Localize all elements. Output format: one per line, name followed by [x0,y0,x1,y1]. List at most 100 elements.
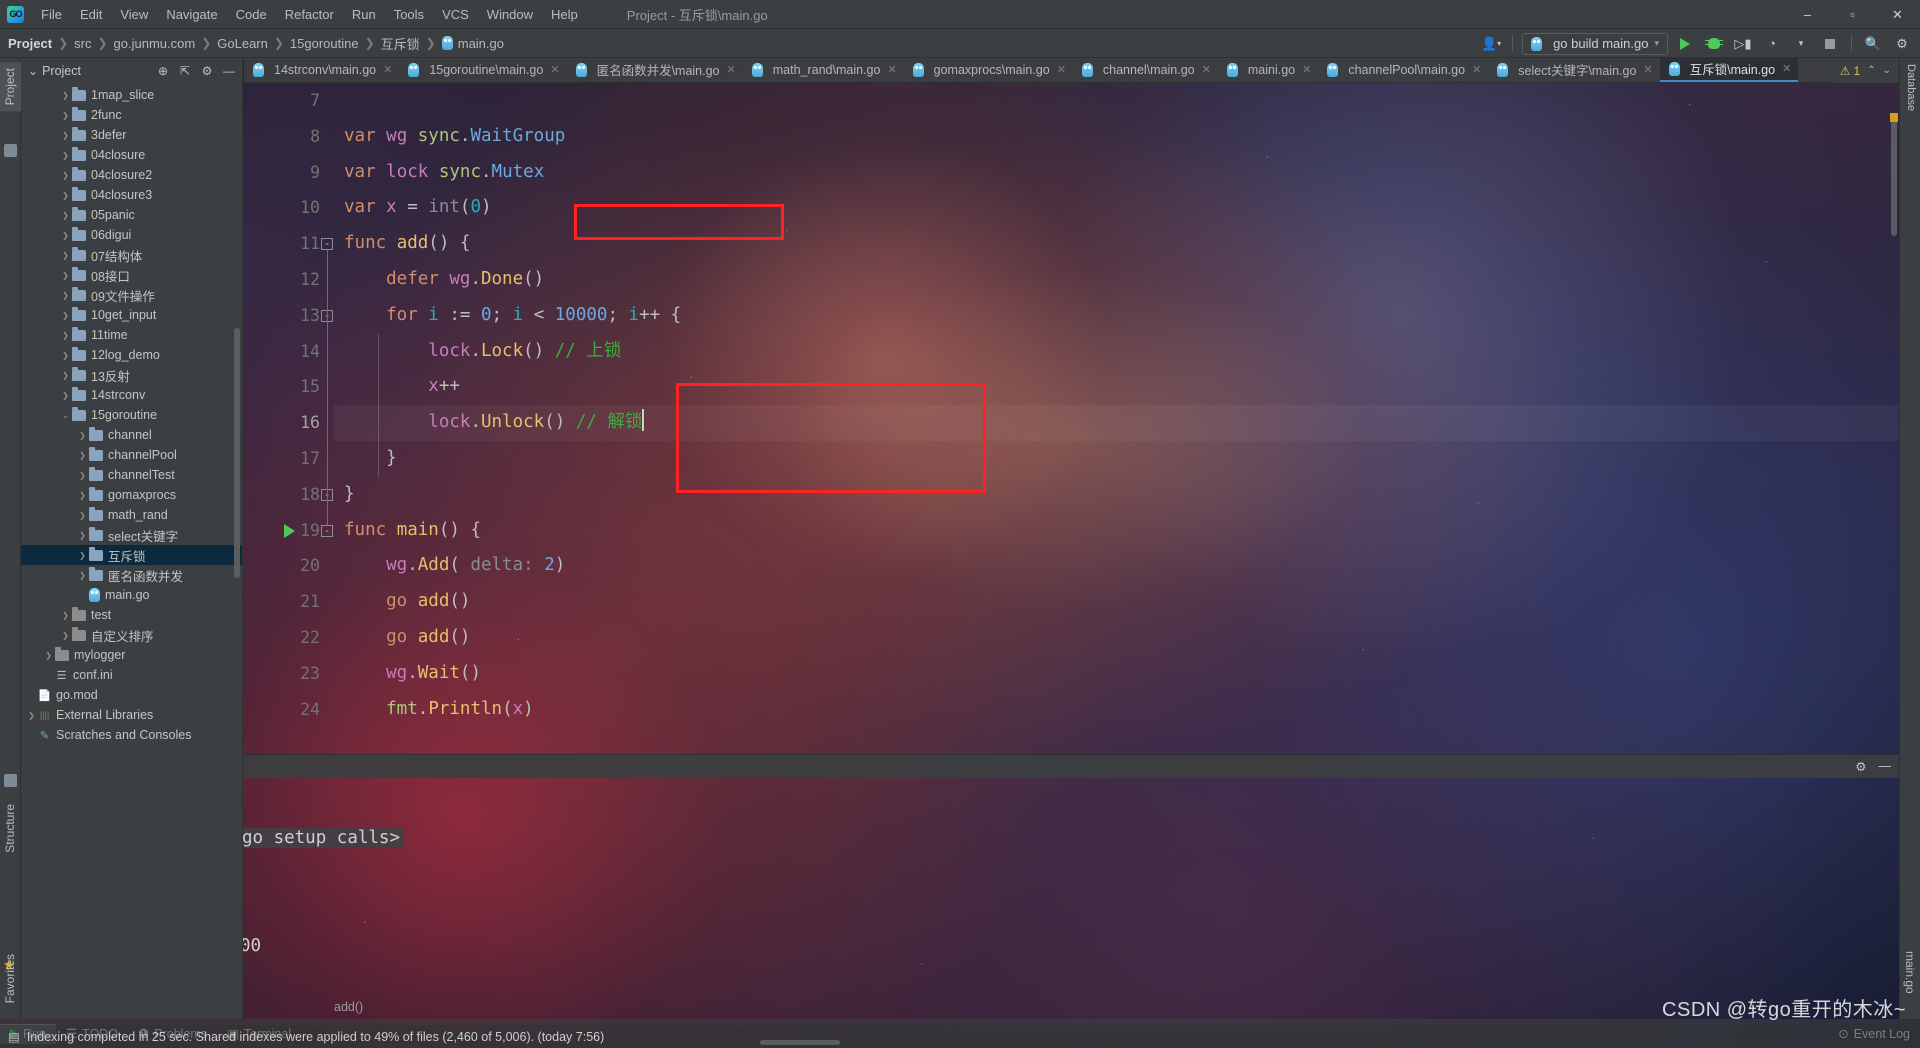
chevron-right-icon[interactable]: ❯ [59,251,72,260]
tree-node[interactable]: ✎ Scratches and Consoles [21,725,242,745]
chevron-right-icon[interactable]: ❯ [59,171,72,180]
person-icon[interactable]: 👤 ▾ [1479,33,1503,55]
tree-node[interactable]: ❯ test [21,605,242,625]
chevron-right-icon[interactable]: ❯ [59,351,72,360]
tree-node[interactable]: ⌄ 15goroutine [21,405,242,425]
code-line[interactable]: lock.Unlock() // 解锁 [334,405,1899,441]
chevron-right-icon[interactable]: ❯ [76,551,89,560]
project-tree[interactable]: ❯ 1map_slice ❯ 2func ❯ 3defer ❯ 04closure ❯ 04clo… [21,83,242,1019]
tree-node[interactable]: 📄 go.mod [21,685,242,705]
chevron-right-icon[interactable]: ❯ [76,571,89,580]
tree-node[interactable]: ❯ 匿名函数并发 [21,565,242,585]
profile-icon[interactable]: ◔ [1760,33,1784,55]
tree-node[interactable]: ❯ math_rand [21,505,242,525]
close-icon[interactable]: ✕ [550,63,559,76]
chevron-right-icon[interactable]: ❯ [59,631,72,640]
breadcrumb-mutex[interactable]: 互斥锁 [381,34,420,53]
tree-node[interactable]: ❯ 3defer [21,125,242,145]
run-console[interactable]: +<4 go setup calls> 20000 Process finish… [81,778,1899,1019]
sidebar-tab-project[interactable]: Project [0,62,21,112]
chevron-down-icon[interactable]: ⌄ [59,410,72,421]
close-button[interactable]: ✕ [1875,0,1920,29]
chevron-right-icon[interactable]: ❯ [42,651,55,660]
close-icon[interactable]: ✕ [1057,63,1066,76]
menu-refactor[interactable]: Refactor [276,3,343,26]
editor-tab[interactable]: channelPool\main.go ✕ [1318,58,1488,82]
editor-tab[interactable]: gomaxprocs\main.go ✕ [904,58,1073,82]
collapse-all-icon[interactable]: ⇱ [176,62,194,80]
editor-tab[interactable]: math_rand\main.go ✕ [743,58,904,82]
chevron-right-icon[interactable]: ❯ [76,491,89,500]
chevron-right-icon[interactable]: ❯ [59,231,72,240]
menu-file[interactable]: File [32,3,71,26]
close-icon[interactable]: ✕ [1202,63,1211,76]
tree-node[interactable]: ❯ 10get_input [21,305,242,325]
code-line[interactable]: } [334,441,1899,477]
maximize-button[interactable]: ▫ [1830,0,1875,29]
tree-node[interactable]: ❯ 14strconv [21,385,242,405]
close-icon[interactable]: ✕ [383,63,392,76]
breadcrumb-src[interactable]: src [74,36,91,51]
error-stripe-marker[interactable] [1890,113,1898,122]
chevron-right-icon[interactable]: ❯ [59,371,72,380]
run-gutter-icon[interactable] [284,523,295,538]
tree-node[interactable]: ❯ channelTest [21,465,242,485]
code-line[interactable]: } [334,477,1899,513]
close-icon[interactable]: ✕ [1302,63,1311,76]
search-icon[interactable]: 🔍 [1861,33,1885,55]
stop-icon[interactable] [1818,33,1842,55]
close-icon[interactable]: ✕ [1472,63,1481,76]
gear-icon[interactable]: ⚙ [1890,33,1914,55]
gear-icon[interactable]: ⚙ [198,62,216,80]
chevron-right-icon[interactable]: ❯ [59,331,72,340]
code-fold-toggle[interactable]: - [321,238,333,251]
menu-window[interactable]: Window [478,3,542,26]
editor-tab[interactable]: maini.go ✕ [1218,58,1318,82]
menu-tools[interactable]: Tools [385,3,433,26]
settings-view-icon[interactable]: ⊕ [154,62,172,80]
tree-node[interactable]: ❯ 04closure2 [21,165,242,185]
chevron-right-icon[interactable]: ❯ [59,391,72,400]
code-line[interactable]: func add() { [334,226,1899,262]
code-line[interactable]: wg.Add( delta: 2) [334,548,1899,584]
close-icon[interactable]: ✕ [1782,62,1791,75]
code-line[interactable]: defer wg.Done() [334,262,1899,298]
chevron-right-icon[interactable]: ❯ [59,271,72,280]
run-configuration-selector[interactable]: go build main.go ▾ [1522,32,1668,55]
tree-node[interactable]: ❯ 07结构体 [21,245,242,265]
sidebar-tab-structure[interactable]: Structure [0,798,21,859]
tree-node[interactable]: ❯ 09文件操作 [21,285,242,305]
tree-node[interactable]: ❯ select关键字 [21,525,242,545]
code-line[interactable] [334,83,1899,119]
tree-node[interactable]: ❯ 11time [21,325,242,345]
tree-node[interactable]: ❯ |||| External Libraries [21,705,242,725]
code-line[interactable]: wg.Wait() [334,656,1899,692]
menu-navigate[interactable]: Navigate [157,3,226,26]
chevron-right-icon[interactable]: ❯ [59,311,72,320]
chevron-right-icon[interactable]: ❯ [76,471,89,480]
hide-icon[interactable]: — [1879,759,1892,773]
next-problem-icon[interactable]: ⌄ [1883,65,1891,76]
menu-help[interactable]: Help [542,3,587,26]
code-fold-toggle[interactable]: - [321,524,333,537]
project-panel-dropdown-icon[interactable]: ⌄ [28,64,38,78]
editor-tab[interactable]: 匿名函数并发\main.go ✕ [567,58,743,82]
editor-tab[interactable]: select关键字\main.go ✕ [1488,58,1659,82]
breadcrumb-project[interactable]: Project [8,36,52,51]
code-line[interactable]: for i := 0; i < 10000; i++ { [334,298,1899,334]
editor-tab[interactable]: 15goroutine\main.go ✕ [399,58,566,82]
breadcrumb-15goroutine[interactable]: 15goroutine [290,36,359,51]
minimize-button[interactable]: – [1785,0,1830,29]
tree-node[interactable]: ❯ mylogger [21,645,242,665]
chevron-right-icon[interactable]: ❯ [59,91,72,100]
prev-problem-icon[interactable]: ⌃ [1867,65,1875,76]
warning-badge[interactable]: ⚠ 1 [1840,64,1860,78]
chevron-right-icon[interactable]: ❯ [59,111,72,120]
chevron-right-icon[interactable]: ❯ [59,611,72,620]
run-icon[interactable] [1673,33,1697,55]
hide-panel-icon[interactable]: — [220,62,238,80]
tree-node[interactable]: ❯ 自定义排序 [21,625,242,645]
chevron-right-icon[interactable]: ❯ [59,191,72,200]
editor-tab[interactable]: 互斥锁\main.go ✕ [1659,58,1799,82]
tree-node[interactable]: ❯ 互斥锁 [21,545,242,565]
